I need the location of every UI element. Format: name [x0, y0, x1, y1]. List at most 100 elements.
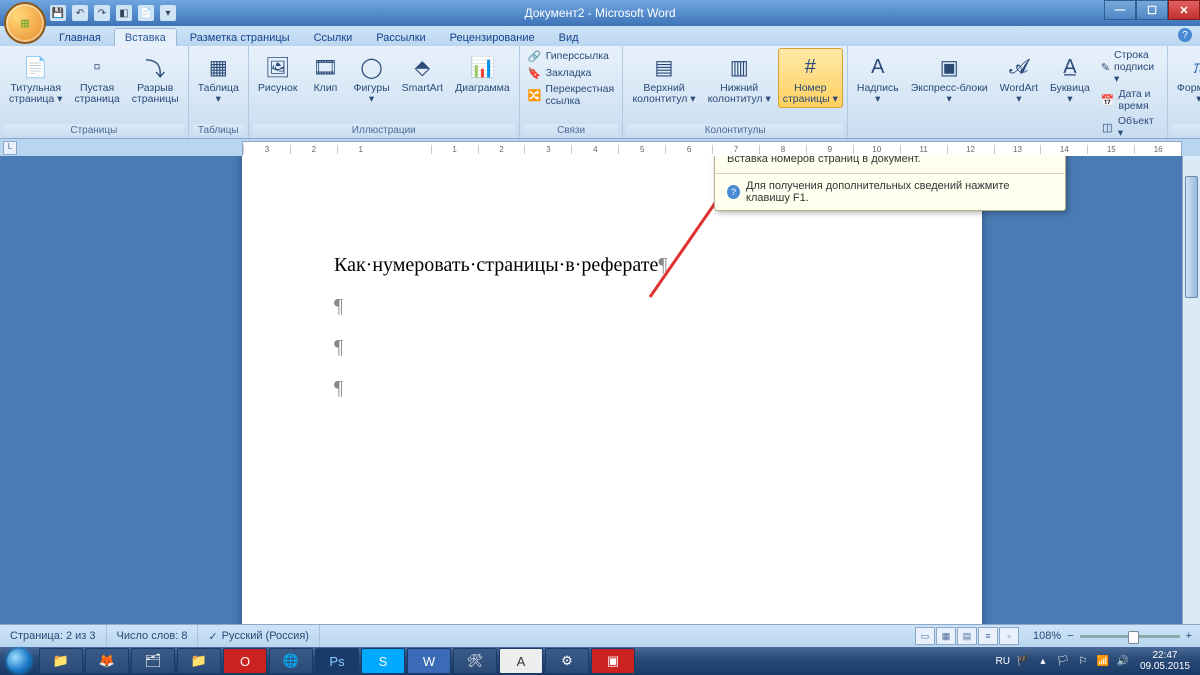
- hyperlink-button[interactable]: 🔗Гиперссылка: [524, 48, 619, 64]
- taskbar-app[interactable]: W: [407, 648, 451, 674]
- ribbon: 📄Титульная страница ▾ ▫Пустая страница ⤵…: [0, 46, 1200, 139]
- qat-icon[interactable]: ◧: [116, 5, 132, 21]
- tab-home[interactable]: Главная: [48, 28, 112, 46]
- tab-mailings[interactable]: Рассылки: [365, 28, 436, 46]
- table-button[interactable]: ▦Таблица ▾: [193, 48, 244, 108]
- page-number-button[interactable]: #Номер страницы ▾: [778, 48, 843, 108]
- taskbar-app[interactable]: 📁: [177, 648, 221, 674]
- tab-view[interactable]: Вид: [548, 28, 590, 46]
- header-button[interactable]: ▤Верхний колонтитул ▾: [627, 48, 700, 108]
- crossref-button[interactable]: 🔀Перекрестная ссылка: [524, 82, 619, 108]
- close-button[interactable]: ✕: [1168, 0, 1200, 20]
- group-label: Символы: [1172, 124, 1200, 138]
- signature-button[interactable]: ✎Строка подписи ▾: [1097, 48, 1163, 86]
- taskbar-app[interactable]: 🌐: [269, 648, 313, 674]
- tab-pagelayout[interactable]: Разметка страницы: [179, 28, 301, 46]
- status-wordcount[interactable]: Число слов: 8: [107, 625, 199, 647]
- save-icon[interactable]: 💾: [50, 5, 66, 21]
- zoom-in-button[interactable]: +: [1186, 630, 1192, 642]
- view-print-icon[interactable]: ▭: [915, 627, 935, 645]
- taskbar-app[interactable]: 🦊: [85, 648, 129, 674]
- dropcap-icon: A̲: [1054, 51, 1086, 83]
- scrollbar-thumb[interactable]: [1185, 176, 1198, 298]
- taskbar-app[interactable]: O: [223, 648, 267, 674]
- zoom-control: 108% − +: [1025, 630, 1200, 642]
- qat-dropdown-icon[interactable]: ▾: [160, 5, 176, 21]
- smartart-button[interactable]: ⬘SmartArt: [397, 48, 448, 97]
- tooltip-help: ?Для получения дополнительных сведений н…: [715, 173, 1065, 210]
- zoom-thumb[interactable]: [1128, 631, 1139, 644]
- clipart-button[interactable]: 🎞Клип: [304, 48, 346, 97]
- office-button[interactable]: ⊞: [4, 2, 46, 44]
- vertical-scrollbar[interactable]: [1182, 156, 1200, 645]
- undo-icon[interactable]: ↶: [72, 5, 88, 21]
- page[interactable]: Как·нумеровать·страницы·в·реферате¶ ¶ ¶ …: [242, 156, 982, 645]
- system-tray: RU 🏴 ▴ 🏳 ⚐ 📶 🔊 22:4709.05.2015: [989, 650, 1200, 672]
- equation-button[interactable]: πФормула ▾: [1172, 48, 1200, 108]
- status-page[interactable]: Страница: 2 из 3: [0, 625, 107, 647]
- zoom-level[interactable]: 108%: [1033, 630, 1061, 642]
- picture-button[interactable]: 🖼Рисунок: [253, 48, 303, 97]
- footer-button[interactable]: ▥Нижний колонтитул ▾: [703, 48, 776, 108]
- bookmark-button[interactable]: 🔖Закладка: [524, 65, 619, 81]
- help-icon[interactable]: ?: [1178, 28, 1192, 42]
- quick-access-toolbar: 💾 ↶ ↷ ◧ 📄 ▾: [50, 5, 176, 21]
- view-fullscreen-icon[interactable]: ▦: [936, 627, 956, 645]
- zoom-out-button[interactable]: −: [1067, 630, 1073, 642]
- shapes-button[interactable]: ◯Фигуры ▾: [348, 48, 394, 108]
- flag-icon[interactable]: 🏴: [1016, 654, 1030, 668]
- taskbar-app[interactable]: 🛠: [453, 648, 497, 674]
- status-language[interactable]: ✓Русский (Россия): [198, 625, 320, 647]
- tray-icon[interactable]: 🏳: [1056, 654, 1070, 668]
- qat-icon[interactable]: 📄: [138, 5, 154, 21]
- group-label: Иллюстрации: [253, 124, 515, 138]
- quickparts-button[interactable]: ▣Экспресс-блоки ▾: [906, 48, 993, 108]
- help-icon: ?: [727, 185, 740, 199]
- maximize-button[interactable]: ☐: [1136, 0, 1168, 20]
- title-bar: ⊞ 💾 ↶ ↷ ◧ 📄 ▾ Документ2 - Microsoft Word…: [0, 0, 1200, 26]
- tray-chevron-icon[interactable]: ▴: [1036, 654, 1050, 668]
- taskbar-app[interactable]: ▣: [591, 648, 635, 674]
- taskbar-app[interactable]: 🗂: [131, 648, 175, 674]
- tooltip: Номер страницы Вставка номеров страниц в…: [714, 156, 1066, 211]
- object-button[interactable]: ◫Объект ▾: [1097, 114, 1163, 140]
- horizontal-ruler[interactable]: 32112345678910111213141516: [242, 141, 1182, 157]
- taskbar-app[interactable]: 📁: [39, 648, 83, 674]
- blank-page-button[interactable]: ▫Пустая страница: [69, 48, 124, 108]
- page-break-button[interactable]: ⤵Разрыв страницы: [127, 48, 184, 108]
- datetime-button[interactable]: 📅Дата и время: [1097, 87, 1163, 113]
- start-button[interactable]: [0, 647, 38, 675]
- cover-page-button[interactable]: 📄Титульная страница ▾: [4, 48, 67, 108]
- textbox-icon: A: [862, 51, 894, 83]
- taskbar-app[interactable]: A: [499, 648, 543, 674]
- network-icon[interactable]: 📶: [1096, 654, 1110, 668]
- shapes-icon: ◯: [356, 51, 388, 83]
- tooltip-body: Вставка номеров страниц в документ.: [715, 156, 1065, 173]
- minimize-button[interactable]: —: [1104, 0, 1136, 20]
- zoom-slider[interactable]: [1080, 635, 1180, 638]
- tab-review[interactable]: Рецензирование: [439, 28, 546, 46]
- pilcrow-icon: ¶: [334, 336, 890, 359]
- taskbar-app[interactable]: S: [361, 648, 405, 674]
- document-text: Как·нумеровать·страницы·в·реферате¶: [334, 254, 890, 277]
- redo-icon[interactable]: ↷: [94, 5, 110, 21]
- view-web-icon[interactable]: ▤: [957, 627, 977, 645]
- tray-clock[interactable]: 22:4709.05.2015: [1136, 650, 1194, 672]
- date-icon: 📅: [1101, 93, 1115, 107]
- chart-button[interactable]: 📊Диаграмма: [450, 48, 515, 97]
- taskbar-app[interactable]: Ps: [315, 648, 359, 674]
- ruler-tab-selector[interactable]: L: [3, 141, 17, 155]
- view-outline-icon[interactable]: ≡: [978, 627, 998, 645]
- dropcap-button[interactable]: A̲Буквица ▾: [1045, 48, 1095, 108]
- tab-insert[interactable]: Вставка: [114, 28, 177, 46]
- wordart-button[interactable]: 𝓐WordArt ▾: [995, 48, 1043, 108]
- taskbar-app[interactable]: ⚙: [545, 648, 589, 674]
- textbox-button[interactable]: AНадпись ▾: [852, 48, 904, 108]
- tray-language[interactable]: RU: [995, 656, 1009, 667]
- tray-icon[interactable]: ⚐: [1076, 654, 1090, 668]
- view-draft-icon[interactable]: ▫: [999, 627, 1019, 645]
- tab-references[interactable]: Ссылки: [303, 28, 364, 46]
- clip-icon: 🎞: [309, 51, 341, 83]
- equation-icon: π: [1183, 51, 1200, 83]
- volume-icon[interactable]: 🔊: [1116, 654, 1130, 668]
